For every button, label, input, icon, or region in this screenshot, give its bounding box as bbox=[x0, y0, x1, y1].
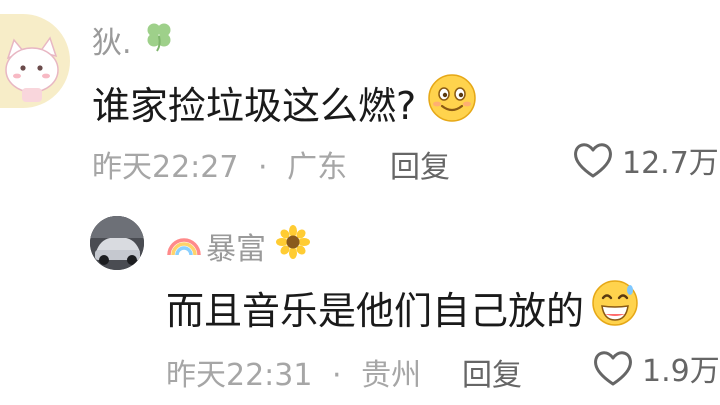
like-button[interactable]: 1.9万 bbox=[592, 346, 720, 390]
like-button[interactable]: 12.7万 bbox=[572, 138, 719, 182]
comment-body: 而且音乐是他们自己放的 bbox=[166, 289, 585, 333]
heart-outline-icon bbox=[594, 351, 632, 386]
comment-meta: 昨天22:27 · 广东 bbox=[92, 142, 347, 186]
like-count: 12.7万 bbox=[622, 146, 719, 181]
heart-outline-icon bbox=[574, 143, 612, 178]
avatar[interactable] bbox=[90, 216, 144, 270]
smiling-face-emoji-icon bbox=[426, 72, 478, 133]
timestamp: 昨天22:27 bbox=[92, 150, 239, 185]
username-label: 狄. bbox=[92, 26, 132, 61]
comment-text: 谁家捡垃圾这么燃? bbox=[92, 72, 478, 133]
four-leaf-clover-icon bbox=[142, 19, 176, 61]
meta-separator: · bbox=[332, 358, 342, 393]
comment-text: 而且音乐是他们自己放的 bbox=[166, 278, 640, 337]
rainbow-icon bbox=[166, 227, 202, 265]
meta-separator: · bbox=[258, 150, 268, 185]
username[interactable]: 狄. bbox=[92, 18, 176, 62]
location: 贵州 bbox=[361, 358, 422, 393]
sunflower-icon bbox=[276, 225, 310, 267]
reply-button[interactable]: 回复 bbox=[390, 142, 450, 186]
grinning-sweat-emoji-icon bbox=[590, 278, 640, 337]
location: 广东 bbox=[287, 150, 348, 185]
comment-body: 谁家捡垃圾这么燃? bbox=[92, 84, 417, 128]
username-label: 暴富 bbox=[206, 232, 266, 267]
car-avatar-icon bbox=[90, 216, 144, 270]
like-count: 1.9万 bbox=[642, 354, 720, 389]
comment-meta: 昨天22:31 · 贵州 bbox=[166, 350, 421, 394]
timestamp: 昨天22:31 bbox=[166, 358, 313, 393]
cat-avatar-icon bbox=[0, 14, 70, 108]
username[interactable]: 暴富 bbox=[166, 224, 310, 268]
avatar[interactable] bbox=[0, 14, 70, 108]
reply-button[interactable]: 回复 bbox=[462, 350, 522, 394]
